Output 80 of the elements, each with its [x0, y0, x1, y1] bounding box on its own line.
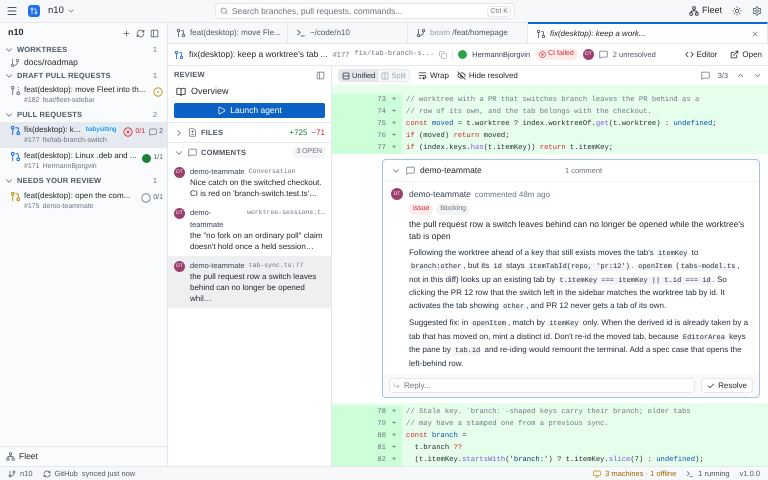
tab-label: fix(desktop): keep a work... — [550, 28, 646, 40]
fleet-button[interactable]: Fleet — [688, 4, 722, 18]
pull-request-icon — [174, 50, 184, 60]
editor-button[interactable]: Editor — [684, 48, 718, 60]
comment-preview: the pull request row a switch leaves behind can no longer be opened whil… — [190, 271, 318, 304]
play-icon — [217, 106, 226, 115]
comment-author: demo-teammate — [409, 188, 471, 201]
panel-icon[interactable] — [150, 28, 159, 38]
reply-field[interactable]: Reply... — [389, 378, 696, 393]
overview-button[interactable]: Overview — [168, 84, 331, 100]
editor-tab[interactable]: ~/code/n10 — [288, 22, 408, 43]
sidebar-title: n10 — [8, 26, 25, 40]
copy-icon[interactable] — [439, 50, 448, 58]
code-icon — [684, 50, 694, 59]
pr-title: fix(desktop): k... — [24, 124, 80, 136]
columns-icon — [381, 72, 390, 80]
draft-pr-icon — [10, 85, 21, 96]
fleet-icon — [6, 452, 15, 461]
close-icon[interactable] — [751, 30, 759, 38]
terminal-icon — [296, 28, 306, 38]
network-icon — [688, 6, 699, 16]
book-icon — [176, 87, 186, 97]
pull-request-icon — [10, 151, 21, 162]
pr-title: fix(desktop): keep a worktree's tab ... — [189, 48, 328, 61]
rows-icon — [342, 72, 350, 80]
comment-icon — [598, 50, 608, 59]
author-avatar — [458, 50, 468, 59]
eye-off-icon — [456, 71, 466, 80]
comment-icon — [188, 148, 197, 157]
open-button[interactable]: Open — [730, 48, 762, 60]
pull-request-icon — [536, 28, 546, 38]
pr-title: feat(desktop): open the com... — [24, 190, 130, 202]
panel-icon[interactable] — [316, 70, 325, 80]
branch-icon — [8, 470, 16, 478]
settings-icon[interactable] — [752, 6, 762, 16]
machines-icon — [593, 470, 602, 478]
menu-icon[interactable] — [6, 5, 18, 17]
launch-agent-button[interactable]: Launch agent — [174, 103, 325, 118]
sync-icon — [42, 470, 51, 478]
theme-icon[interactable] — [732, 6, 742, 16]
refresh-icon[interactable] — [136, 28, 145, 38]
pull-request-icon — [10, 124, 21, 136]
pull-request-icon — [176, 28, 186, 38]
comment-icon — [700, 71, 710, 80]
search-icon — [220, 7, 228, 15]
check-icon — [707, 382, 716, 390]
terminal-icon — [686, 470, 694, 478]
pr-title: feat(desktop): Linux .deb and ... — [24, 150, 137, 162]
thread-author: demo-teammate — [420, 164, 483, 178]
deletions-count: −71 — [311, 126, 325, 138]
additions-count: +725 — [289, 126, 308, 138]
wrap-button[interactable]: Wrap — [418, 70, 449, 82]
branch-icon — [416, 28, 426, 38]
add-icon[interactable] — [122, 28, 131, 38]
app-logo-icon — [28, 5, 40, 17]
fleet-link[interactable]: Fleet — [19, 450, 38, 463]
file-diff-icon — [188, 128, 197, 137]
tab-label: beam /feat/homepage — [430, 26, 508, 38]
pr-title: feat(desktop): move Fleet into th... — [24, 84, 146, 96]
worktree-item[interactable]: docs/roadmap — [24, 56, 78, 69]
editor-tab[interactable]: fix(desktop): keep a work... — [528, 22, 768, 43]
comment-title: the pull request row a switch leaves behind can no longer be opened while the worktree's tab is open — [409, 218, 746, 242]
comment-preview: Nice catch on the switched checkout. CI is red on 'branch-switch.test.ts'… — [190, 177, 323, 200]
comment-icon — [149, 128, 158, 136]
caret-icon — [66, 7, 75, 15]
editor-tab[interactable]: feat(desktop): move Fle... — [168, 22, 288, 43]
wrap-icon — [418, 71, 427, 80]
tab-label: ~/code/n10 — [310, 26, 350, 38]
pull-request-icon — [10, 190, 21, 202]
tab-label: feat(desktop): move Fle... — [190, 26, 281, 38]
comment-preview: the "no fork on an ordinary poll" claim doesn't hold once a held session… — [190, 230, 324, 252]
comment-icon — [406, 166, 415, 176]
comment-time: commented 48m ago — [474, 188, 550, 201]
hide-resolved-button[interactable]: Hide resolved — [456, 70, 518, 82]
reply-icon — [393, 382, 400, 389]
workspace-button[interactable]: n10 — [48, 4, 75, 18]
external-link-icon — [730, 50, 740, 59]
branch-icon — [10, 58, 20, 68]
resolve-button[interactable]: Resolve — [701, 378, 753, 393]
x-circle-icon — [539, 51, 546, 58]
